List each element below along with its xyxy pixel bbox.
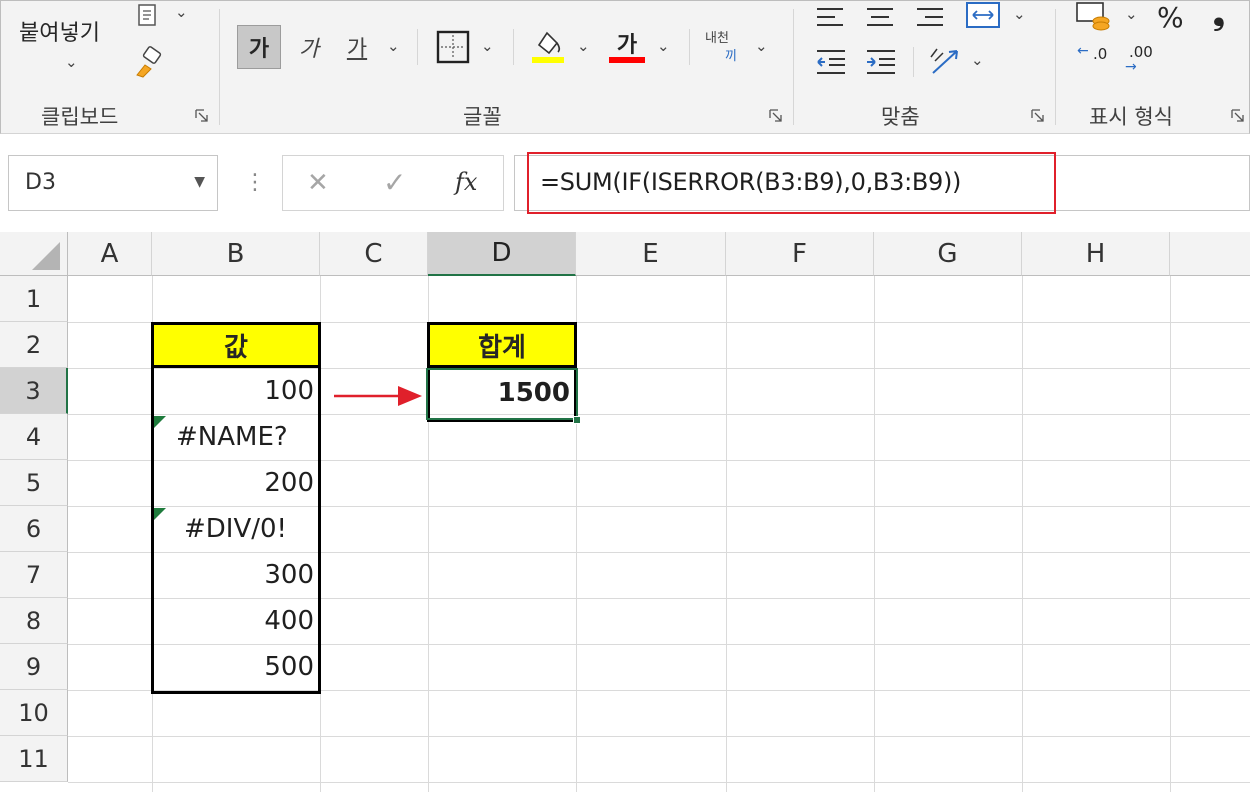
fill-handle[interactable]: [573, 416, 581, 424]
wrap-text-icon[interactable]: [965, 1, 1003, 31]
worksheet-grid[interactable]: A B C D E F G H 1 2 3 4 5 6 7 8 9 10 11 …: [0, 232, 1250, 792]
row-header-9[interactable]: 9: [0, 644, 68, 690]
name-box-dropdown-icon[interactable]: ▼: [194, 174, 205, 190]
formula-text[interactable]: =SUM(IF(ISERROR(B3:B9),0,B3:B9)): [540, 168, 961, 196]
row-header-1[interactable]: 1: [0, 276, 68, 322]
phonetic-guide-top-label[interactable]: 내천: [705, 27, 729, 46]
format-painter-icon[interactable]: [131, 45, 167, 81]
italic-button[interactable]: 가: [291, 25, 327, 69]
cell-b3[interactable]: 100: [152, 368, 320, 414]
font-dialog-launcher-icon[interactable]: [769, 109, 783, 123]
alignment-group-label: 맞춤: [881, 105, 920, 129]
formula-bar-grip-icon[interactable]: ⋮: [244, 170, 266, 195]
formula-buttons: ✕ ✓ fx: [282, 155, 504, 211]
number-group-label: 표시 형식: [1089, 105, 1173, 129]
cell-b8[interactable]: 400: [152, 598, 320, 644]
row-header-5[interactable]: 5: [0, 460, 68, 506]
decrease-indent-icon[interactable]: [815, 47, 849, 75]
cell-b7[interactable]: 300: [152, 552, 320, 598]
align-right-icon[interactable]: [915, 5, 947, 29]
font-color-swatch: [609, 57, 645, 63]
underline-button[interactable]: 가: [341, 25, 373, 69]
copy-icon[interactable]: [133, 1, 163, 31]
alignment-dialog-launcher-icon[interactable]: [1031, 109, 1045, 123]
group-separator: [793, 9, 794, 125]
increase-indent-icon[interactable]: [865, 47, 899, 75]
row-header-2[interactable]: 2: [0, 322, 68, 368]
percent-style-button[interactable]: %: [1157, 1, 1184, 34]
group-separator: [219, 9, 220, 125]
ribbon: 붙여넣기 ⌄ ⌄ 클립보드 가 가 가 ⌄ ⌄ ⌄ 가 ⌄ 내천 끼 ⌄ 글꼴: [0, 0, 1250, 134]
borders-dropdown-chevron-icon[interactable]: ⌄: [481, 37, 494, 55]
name-box-value[interactable]: D3: [25, 170, 56, 195]
column-header-b[interactable]: B: [152, 232, 320, 276]
row-header-4[interactable]: 4: [0, 414, 68, 460]
row-header-7[interactable]: 7: [0, 552, 68, 598]
value-header-cell[interactable]: 값: [151, 322, 321, 368]
merge-dropdown-chevron-icon[interactable]: ⌄: [1013, 5, 1026, 23]
column-header-d[interactable]: D: [428, 232, 576, 276]
column-header-partial[interactable]: [1170, 232, 1250, 276]
copy-dropdown-chevron-icon[interactable]: ⌄: [175, 3, 188, 21]
error-indicator-icon[interactable]: [154, 416, 166, 428]
orientation-icon[interactable]: [927, 43, 967, 79]
sum-header-cell[interactable]: 합계: [427, 322, 577, 368]
decrease-decimal-arrow-icon[interactable]: →: [1125, 59, 1137, 75]
number-dialog-launcher-icon[interactable]: [1231, 109, 1245, 123]
accounting-format-icon[interactable]: [1075, 1, 1115, 31]
borders-icon[interactable]: [435, 29, 471, 65]
row-header-8[interactable]: 8: [0, 598, 68, 644]
paste-button[interactable]: 붙여넣기: [19, 15, 100, 47]
cell-b9[interactable]: 500: [152, 644, 320, 690]
underline-dropdown-chevron-icon[interactable]: ⌄: [387, 37, 400, 55]
comma-style-button[interactable]: ❟: [1213, 0, 1225, 32]
select-all-corner[interactable]: [0, 232, 68, 276]
result-arrow-icon: [334, 386, 422, 406]
confirm-entry-icon[interactable]: ✓: [383, 166, 406, 199]
font-color-dropdown-chevron-icon[interactable]: ⌄: [657, 37, 670, 55]
column-header-a[interactable]: A: [68, 232, 152, 276]
column-header-h[interactable]: H: [1022, 232, 1170, 276]
paste-dropdown-chevron-icon[interactable]: ⌄: [65, 53, 78, 71]
bold-button[interactable]: 가: [237, 25, 281, 69]
fill-color-dropdown-chevron-icon[interactable]: ⌄: [577, 37, 590, 55]
column-header-c[interactable]: C: [320, 232, 428, 276]
phonetic-dropdown-chevron-icon[interactable]: ⌄: [755, 37, 768, 55]
group-separator: [1055, 9, 1056, 125]
cancel-entry-icon[interactable]: ✕: [307, 168, 329, 198]
increase-decimal-arrow-icon[interactable]: ←: [1077, 43, 1089, 59]
error-indicator-icon[interactable]: [154, 508, 166, 520]
row-header-3[interactable]: 3: [0, 368, 68, 414]
row-header-10[interactable]: 10: [0, 690, 68, 736]
cell-b5[interactable]: 200: [152, 460, 320, 506]
row-header-6[interactable]: 6: [0, 506, 68, 552]
font-group-label: 글꼴: [463, 105, 502, 129]
column-header-f[interactable]: F: [726, 232, 874, 276]
phonetic-guide-bottom-label[interactable]: 끼: [725, 45, 737, 64]
accounting-dropdown-chevron-icon[interactable]: ⌄: [1125, 5, 1138, 23]
align-center-icon[interactable]: [865, 5, 897, 29]
cell-b4[interactable]: #NAME?: [176, 414, 320, 460]
column-header-g[interactable]: G: [874, 232, 1022, 276]
orientation-dropdown-chevron-icon[interactable]: ⌄: [971, 51, 984, 69]
insert-function-icon[interactable]: fx: [455, 168, 477, 196]
align-top-left-icon[interactable]: [815, 5, 847, 29]
cell-b6[interactable]: #DIV/0!: [184, 506, 320, 552]
clipboard-group-label: 클립보드: [41, 105, 119, 129]
name-box[interactable]: D3 ▼: [8, 155, 218, 211]
increase-decimal-button[interactable]: .0: [1093, 45, 1107, 63]
row-header-11[interactable]: 11: [0, 736, 68, 782]
cell-d3[interactable]: 1500: [428, 370, 576, 416]
column-header-e[interactable]: E: [576, 232, 726, 276]
clipboard-dialog-launcher-icon[interactable]: [195, 109, 209, 123]
fill-color-icon[interactable]: [529, 25, 567, 65]
